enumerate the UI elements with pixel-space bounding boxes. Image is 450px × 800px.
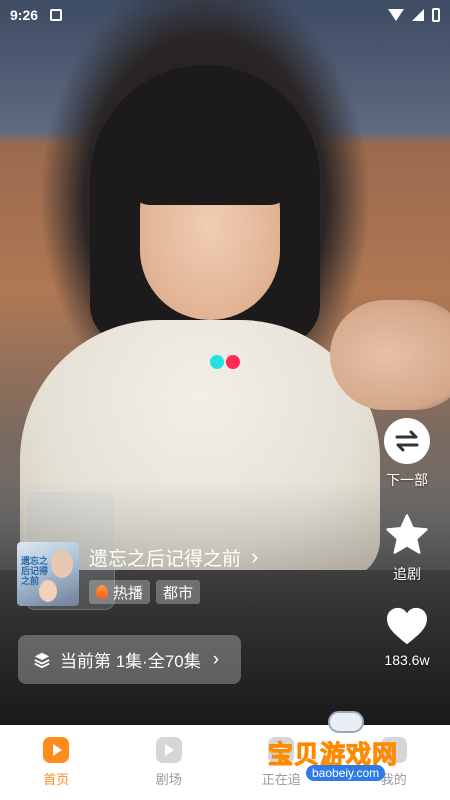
like-count: 183.6w: [384, 652, 430, 668]
status-bar: 9:26: [0, 0, 450, 30]
tab-theater[interactable]: 剧场: [124, 737, 214, 788]
battery-icon: [432, 8, 440, 22]
tab-label: 首页: [43, 772, 70, 787]
theater-play-icon: [155, 737, 182, 763]
site-watermark: 宝贝游戏网 baobeiy.com: [267, 705, 448, 795]
swap-arrows-icon: [384, 418, 430, 464]
signal-icon: [412, 9, 424, 21]
drama-info: 遗忘之后记得之前 遗忘之后记得之前 › 热播 都市: [17, 542, 258, 606]
drama-poster[interactable]: 遗忘之后记得之前: [17, 542, 79, 606]
episode-selector-button[interactable]: 当前第 1集·全70集 ›: [18, 635, 241, 684]
like-button[interactable]: 183.6w: [384, 606, 430, 668]
poster-figure: [51, 550, 73, 578]
follow-drama-button[interactable]: 追剧: [384, 512, 430, 584]
loading-indicator: [210, 355, 240, 369]
layers-icon: [34, 652, 50, 668]
drama-title: 遗忘之后记得之前: [89, 548, 242, 570]
drama-title-link[interactable]: 遗忘之后记得之前 ›: [89, 542, 258, 572]
tag-label: 热播: [113, 584, 144, 602]
loading-dot-cyan: [210, 355, 224, 369]
drama-tags: 热播 都市: [89, 580, 258, 604]
follow-drama-label: 追剧: [393, 566, 421, 582]
status-icons: [388, 8, 440, 22]
tab-home[interactable]: 首页: [11, 737, 101, 788]
gamepad-icon: [328, 711, 364, 733]
flame-icon: [96, 585, 108, 599]
chevron-right-icon: ›: [212, 648, 220, 670]
tag-label: 都市: [163, 584, 194, 602]
tag-hot[interactable]: 热播: [89, 580, 151, 604]
star-icon: [386, 514, 428, 554]
episode-label: 当前第 1集·全70集: [60, 652, 201, 671]
wifi-icon: [388, 9, 404, 21]
side-actions: 下一部 追剧 183.6w: [382, 418, 432, 690]
drama-info-text: 遗忘之后记得之前 › 热播 都市: [89, 542, 258, 604]
heart-icon: [387, 607, 427, 645]
notification-icon: [50, 9, 63, 21]
loading-dot-red: [226, 355, 240, 369]
tab-label: 剧场: [155, 772, 182, 787]
video-frame-hand: [330, 300, 450, 410]
home-play-icon: [43, 737, 70, 763]
next-drama-button[interactable]: 下一部: [384, 418, 430, 490]
chevron-right-icon: ›: [251, 544, 259, 569]
tag-genre[interactable]: 都市: [156, 580, 201, 604]
poster-figure: [39, 580, 57, 602]
status-time: 9:26: [10, 7, 39, 23]
next-drama-label: 下一部: [386, 472, 428, 488]
watermark-url: baobeiy.com: [306, 765, 386, 781]
